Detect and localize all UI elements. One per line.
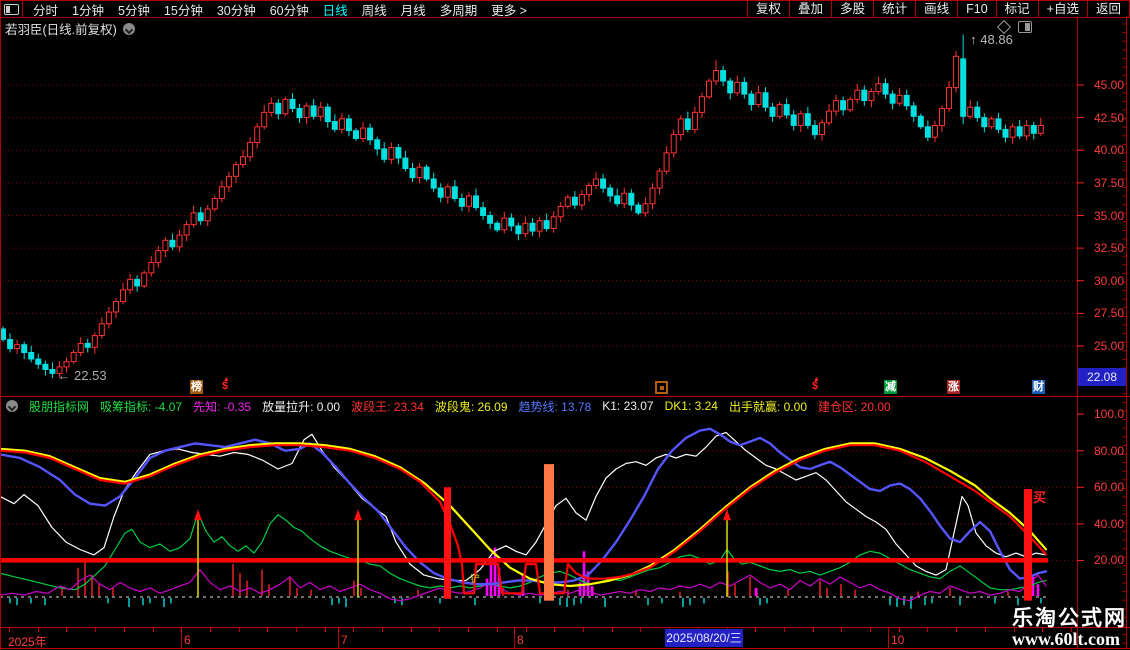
left-border	[0, 0, 1, 650]
menu-item-多周期[interactable]: 多周期	[440, 0, 478, 19]
menu-item-30分钟[interactable]: 30分钟	[217, 0, 256, 19]
indicator-label-20.00: 20.00	[1080, 553, 1124, 567]
price-label-25.00: 25.00	[1080, 339, 1124, 353]
menu-item-60分钟[interactable]: 60分钟	[270, 0, 309, 19]
tool-item-返回[interactable]: 返回	[1087, 1, 1130, 17]
svg-text:↑ 48.86: ↑ 48.86	[970, 32, 1013, 47]
indicator-label-80.00: 80.00	[1080, 444, 1124, 458]
indicator-label-60.00: 60.00	[1080, 480, 1124, 494]
menu-item-更多 >[interactable]: 更多 >	[491, 0, 527, 19]
menu-item-月线[interactable]: 月线	[401, 0, 426, 19]
tool-item-叠加[interactable]: 叠加	[789, 1, 831, 17]
indicator-field-趋势线: 趋势线: 13.78	[519, 398, 592, 414]
watermark-site-name: 乐淘公式网	[1012, 607, 1127, 630]
tool-item-标记[interactable]: 标记	[996, 1, 1038, 17]
indicator-label-40.00: 40.00	[1080, 517, 1124, 531]
menu-item-日线[interactable]: 日线	[323, 0, 348, 19]
trading-app-window: 分时 1分钟 5分钟 15分钟 30分钟 60分钟日线周线月线多周期更多 > 复权叠加多股…	[0, 0, 1130, 650]
date-label-7: 7	[341, 633, 348, 647]
layout-toggle-button[interactable]	[0, 1, 23, 17]
badge-榜: 榜	[190, 380, 203, 394]
date-axis: 2025年67810	[0, 627, 1130, 649]
indicator-field-吸筹指标: 吸筹指标: -4.07	[100, 398, 182, 414]
dollar-signal-icon: ▲$	[812, 379, 818, 394]
menu-item-1分钟[interactable]: 1分钟	[72, 0, 104, 19]
watermark: 乐淘公式网 www.60lt.com	[1012, 607, 1127, 649]
date-label-6: 6	[184, 633, 191, 647]
cursor-date-box: 2025/08/20/三	[665, 629, 743, 647]
dollar-signal-icon: ▲$	[222, 379, 228, 394]
indicator-collapse-icon[interactable]	[6, 400, 18, 412]
price-label-42.50: 42.50	[1080, 111, 1124, 125]
menu-item-分时[interactable]: 分时	[33, 0, 58, 19]
date-label-10: 10	[891, 633, 904, 647]
period-menu: 分时 1分钟 5分钟 15分钟 30分钟 60分钟日线周线月线多周期更多 >	[23, 0, 527, 19]
indicator-field-建仓区: 建仓区: 20.00	[818, 398, 891, 414]
price-label-40.00: 40.00	[1080, 143, 1124, 157]
tool-item-统计[interactable]: 统计	[873, 1, 915, 17]
indicator-field-放量拉升: 放量拉升: 0.00	[262, 398, 340, 414]
price-label-27.50: 27.50	[1080, 306, 1124, 320]
indicator-source: 股朋指标网	[29, 398, 89, 414]
badge-减: 减	[884, 380, 897, 394]
indicator-panel[interactable]: 买铲	[0, 415, 1077, 628]
svg-text:铲: 铲	[470, 573, 480, 585]
tool-item-多股[interactable]: 多股	[831, 1, 873, 17]
hui-marker-icon	[655, 381, 668, 394]
indicator-label-100.0: 100.0	[1080, 407, 1124, 421]
indicator-field-波段鬼: 波段鬼: 26.09	[435, 398, 508, 414]
top-toolbar: 分时 1分钟 5分钟 15分钟 30分钟 60分钟日线周线月线多周期更多 > 复权叠加多股…	[0, 0, 1130, 18]
tool-item-F10[interactable]: F10	[957, 1, 996, 17]
watermark-url: www.60lt.com	[1012, 630, 1127, 649]
svg-text:← 22.53: ← 22.53	[57, 368, 106, 383]
indicator-field-波段王: 波段王: 23.34	[351, 398, 424, 414]
candlestick-chart[interactable]: ← 22.53 ↑ 48.86	[0, 18, 1077, 396]
indicator-header: 股朋指标网 吸筹指标: -4.07 先知: -0.35 放量拉升: 0.00 波段王:…	[0, 398, 1081, 414]
badge-涨: 涨	[947, 380, 960, 394]
price-label-32.50: 32.50	[1080, 241, 1124, 255]
menu-item-5分钟[interactable]: 5分钟	[118, 0, 150, 19]
menu-item-15分钟[interactable]: 15分钟	[164, 0, 203, 19]
tools-menu: 复权叠加多股统计画线F10标记+自选返回	[747, 1, 1130, 17]
panel-divider	[0, 396, 1130, 397]
tool-item-画线[interactable]: 画线	[915, 1, 957, 17]
panes-icon	[4, 4, 19, 15]
badge-财: 财	[1032, 380, 1045, 394]
price-label-30.00: 30.00	[1080, 274, 1124, 288]
tool-item-+自选[interactable]: +自选	[1038, 1, 1087, 17]
price-label-45.00: 45.00	[1080, 78, 1124, 92]
tool-item-复权[interactable]: 复权	[747, 1, 789, 17]
date-label-8: 8	[517, 633, 524, 647]
indicator-field-K1: K1: 23.07	[602, 399, 653, 413]
indicator-field-DK1: DK1: 3.24	[665, 399, 718, 413]
svg-text:买: 买	[1033, 490, 1046, 505]
bottom-border	[0, 648, 1130, 649]
cursor-price-box: 22.08	[1078, 368, 1126, 386]
indicator-field-先知: 先知: -0.35	[193, 398, 251, 414]
menu-item-周线[interactable]: 周线	[362, 0, 387, 19]
indicator-field-出手就赢: 出手就赢: 0.00	[729, 398, 807, 414]
price-label-35.00: 35.00	[1080, 209, 1124, 223]
price-label-37.50: 37.50	[1080, 176, 1124, 190]
